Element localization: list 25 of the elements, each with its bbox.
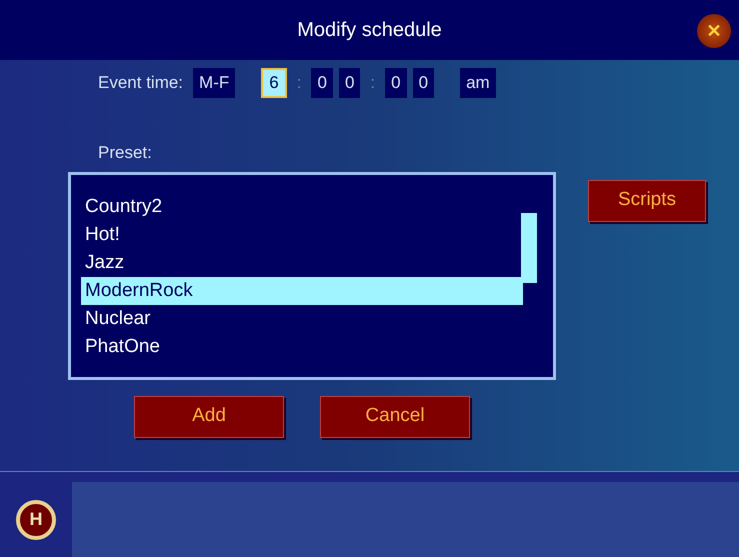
list-item[interactable]: Jazz — [81, 248, 523, 276]
preset-list[interactable]: Country2 Hot! Jazz ModernRock Nuclear PhatOne — [68, 172, 556, 380]
preset-label: Preset: — [98, 142, 153, 164]
scrollbar-thumb[interactable] — [521, 212, 537, 282]
list-item[interactable]: ModernRock — [81, 276, 523, 304]
list-item[interactable]: Nuclear — [81, 304, 523, 332]
scripts-button[interactable]: Scripts — [588, 180, 706, 222]
time-field[interactable]: 6 — [261, 68, 287, 98]
logo-icon[interactable]: H — [16, 500, 56, 540]
event-time-label: Event time: — [98, 72, 184, 94]
time-field[interactable]: 0 — [338, 68, 360, 98]
time-separator: : — [369, 72, 376, 94]
dialog-button[interactable]: Add — [134, 396, 284, 438]
list-item[interactable]: PhatOne — [81, 332, 523, 360]
window-title: Modify schedule — [297, 18, 442, 43]
list-item[interactable]: Hot! — [81, 220, 523, 248]
time-field[interactable]: am — [460, 68, 496, 98]
time-separator: : — [296, 72, 302, 94]
time-field[interactable]: M-F — [193, 68, 236, 98]
list-item[interactable]: Country2 — [81, 192, 523, 220]
close-button[interactable]: ✕ — [697, 14, 731, 48]
dialog-button[interactable]: Cancel — [320, 396, 470, 438]
time-field[interactable]: 0 — [412, 68, 434, 98]
time-field[interactable]: 0 — [385, 68, 407, 98]
time-field[interactable]: 0 — [311, 68, 333, 98]
